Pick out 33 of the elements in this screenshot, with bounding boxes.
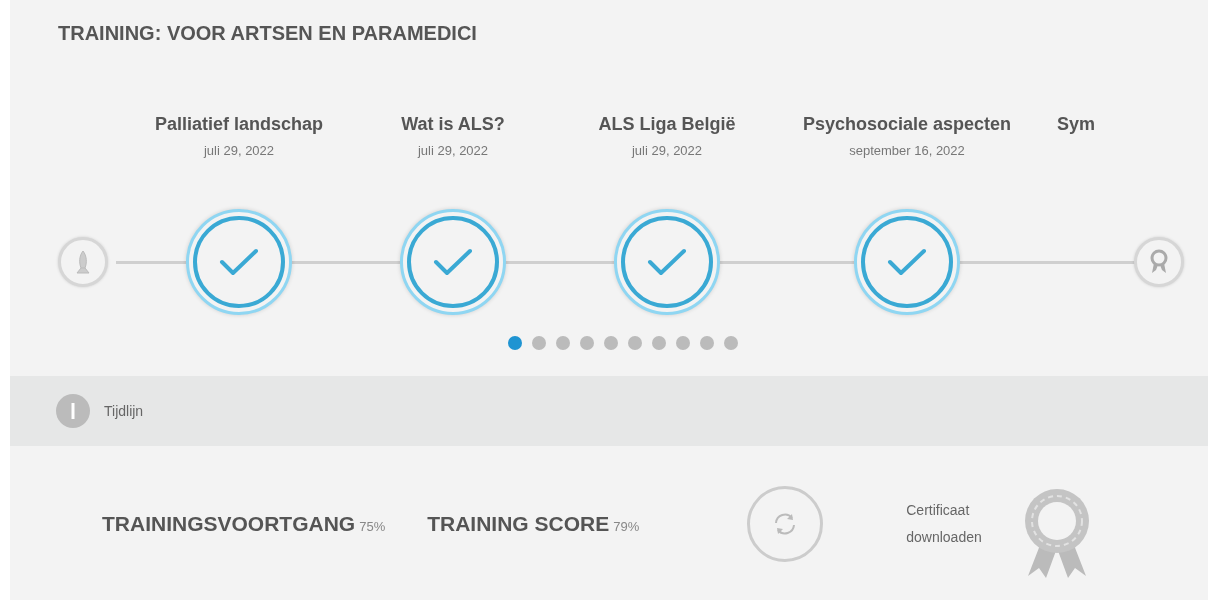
rocket-icon: [58, 237, 108, 287]
page-dot[interactable]: [724, 336, 738, 350]
info-icon[interactable]: [56, 394, 90, 428]
step-title[interactable]: Sym: [1057, 112, 1096, 136]
page-dot[interactable]: [556, 336, 570, 350]
page-dot[interactable]: [604, 336, 618, 350]
check-icon: [647, 247, 687, 277]
page-dot[interactable]: [580, 336, 594, 350]
stat-value: 75%: [359, 518, 386, 534]
step-date: juli 29, 2022: [631, 143, 703, 159]
check-icon: [219, 247, 259, 277]
step-date: september 16, 2022: [849, 143, 965, 159]
page-dot[interactable]: [628, 336, 642, 350]
page-dot[interactable]: [676, 336, 690, 350]
page-dot[interactable]: [508, 336, 522, 350]
step-title[interactable]: ALS Liga België: [598, 112, 736, 136]
step-title[interactable]: Wat is ALS?: [401, 112, 505, 136]
step-date: juli 29, 2022: [417, 143, 489, 159]
step-date: juli 29, 2022: [203, 143, 275, 159]
page-dot[interactable]: [700, 336, 714, 350]
stat-label: TRAINING SCORE: [427, 511, 610, 536]
check-icon: [433, 247, 473, 277]
page-dot[interactable]: [532, 336, 546, 350]
certificate-link[interactable]: Certificaat downloaden: [906, 496, 1007, 551]
refresh-button[interactable]: [747, 485, 824, 562]
step-title[interactable]: Palliatief landschap: [154, 112, 324, 136]
check-icon: [887, 247, 927, 277]
stat-value: 79%: [613, 518, 640, 534]
stat-label: TRAININGSVOORTGANG: [102, 511, 356, 536]
step-title[interactable]: Psychosociale aspecten: [802, 112, 1012, 136]
section-label: Tijdlijn: [104, 403, 144, 419]
page-title: TRAINING: VOOR ARTSEN EN PARAMEDICI: [57, 21, 478, 46]
page-dot[interactable]: [652, 336, 666, 350]
